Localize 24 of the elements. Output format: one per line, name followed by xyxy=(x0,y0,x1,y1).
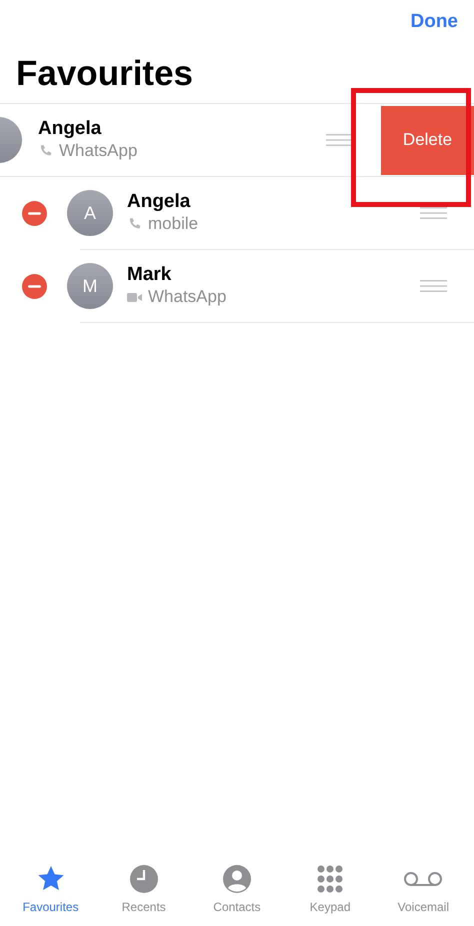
tab-button[interactable]: Contacts xyxy=(192,864,281,916)
contact-name: Mark xyxy=(127,264,172,288)
contact-name: Angela xyxy=(127,191,192,214)
drag-handle-icon[interactable] xyxy=(420,206,447,220)
remove-icon[interactable] xyxy=(22,274,47,298)
tab-button[interactable]: Voicemail xyxy=(379,864,468,916)
person-icon xyxy=(222,864,252,894)
remove-icon[interactable] xyxy=(22,200,47,226)
contact-label: mobile xyxy=(148,214,198,235)
delete-button[interactable]: Delete xyxy=(381,106,474,174)
keypad-icon xyxy=(315,864,346,894)
contact-avatar: M xyxy=(67,263,113,309)
drag-handle-icon[interactable] xyxy=(420,279,447,293)
contact-avatar: A xyxy=(67,190,113,236)
done-button[interactable]: Done xyxy=(410,8,458,36)
contact-label: WhatsApp xyxy=(59,141,138,162)
contact-name: Angela xyxy=(38,118,102,142)
contact-label: WhatsApp xyxy=(148,287,226,308)
tab-button[interactable]: Favourites xyxy=(6,864,95,916)
tab-button[interactable]: Recents xyxy=(100,864,188,916)
page-title: Favourites xyxy=(16,52,194,94)
drag-handle-icon[interactable] xyxy=(326,133,353,147)
tab-button[interactable]: Keypad xyxy=(286,864,374,916)
clock-icon xyxy=(128,864,159,894)
